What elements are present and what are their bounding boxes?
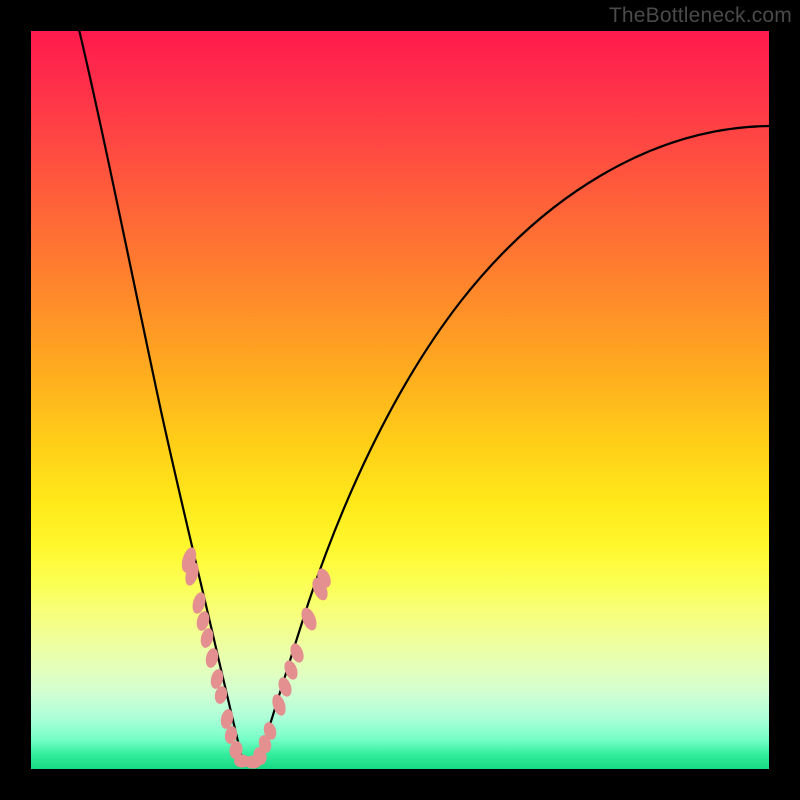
watermark-text: TheBottleneck.com	[609, 4, 792, 28]
right-curve-path	[256, 126, 769, 768]
chart-plot-area	[31, 31, 769, 769]
marker-dot	[298, 605, 319, 632]
curve-markers-group	[179, 546, 333, 769]
marker-dot	[204, 647, 220, 669]
left-curve-path	[77, 31, 244, 767]
chart-svg-layer	[31, 31, 769, 769]
